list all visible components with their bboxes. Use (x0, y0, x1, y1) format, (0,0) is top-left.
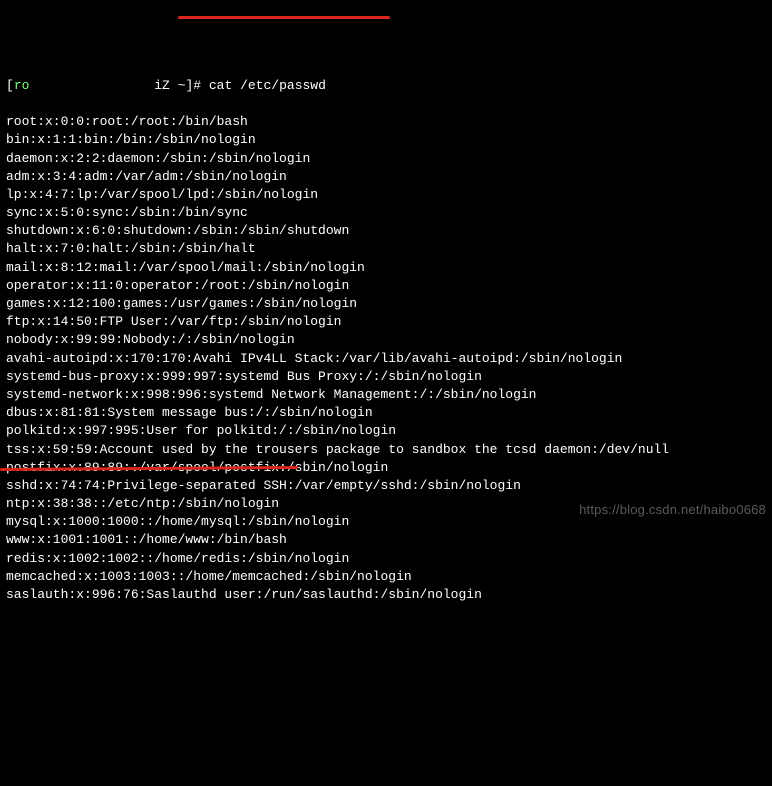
passwd-line: operator:x:11:0:operator:/root:/sbin/nol… (6, 277, 766, 295)
command-text: cat /etc/passwd (209, 78, 326, 93)
passwd-line: memcached:x:1003:1003::/home/memcached:/… (6, 568, 766, 586)
passwd-line: systemd-network:x:998:996:systemd Networ… (6, 386, 766, 404)
passwd-line: tss:x:59:59:Account used by the trousers… (6, 441, 766, 459)
prompt-user: ro (14, 78, 30, 93)
passwd-line: systemd-bus-proxy:x:999:997:systemd Bus … (6, 368, 766, 386)
passwd-line: ftp:x:14:50:FTP User:/var/ftp:/sbin/nolo… (6, 313, 766, 331)
passwd-line: shutdown:x:6:0:shutdown:/sbin:/sbin/shut… (6, 222, 766, 240)
annotation-underline-command (178, 16, 390, 19)
terminal-output: root:x:0:0:root:/root:/bin/bashbin:x:1:1… (6, 113, 766, 604)
watermark-text: https://blog.csdn.net/haibo0668 (579, 501, 766, 519)
passwd-line: www:x:1001:1001::/home/www:/bin/bash (6, 531, 766, 549)
prompt-close: ]# (185, 78, 208, 93)
passwd-line: sshd:x:74:74:Privilege-separated SSH:/va… (6, 477, 766, 495)
shell-prompt-line[interactable]: [roXXXXXXXXXXXXXXXXiZ ~]# cat /etc/passw… (6, 77, 766, 95)
passwd-line: sync:x:5:0:sync:/sbin:/bin/sync (6, 204, 766, 222)
prompt-open-bracket: [ (6, 78, 14, 93)
prompt-hidden-host: XXXXXXXXXXXXXXXX (29, 78, 154, 93)
passwd-line: avahi-autoipd:x:170:170:Avahi IPv4LL Sta… (6, 350, 766, 368)
passwd-line: bin:x:1:1:bin:/bin:/sbin/nologin (6, 131, 766, 149)
passwd-line: adm:x:3:4:adm:/var/adm:/sbin/nologin (6, 168, 766, 186)
passwd-line: polkitd:x:997:995:User for polkitd:/:/sb… (6, 422, 766, 440)
prompt-host-tail: iZ ~ (154, 78, 185, 93)
passwd-line: mail:x:8:12:mail:/var/spool/mail:/sbin/n… (6, 259, 766, 277)
passwd-line: lp:x:4:7:lp:/var/spool/lpd:/sbin/nologin (6, 186, 766, 204)
passwd-line: games:x:12:100:games:/usr/games:/sbin/no… (6, 295, 766, 313)
passwd-line: root:x:0:0:root:/root:/bin/bash (6, 113, 766, 131)
passwd-line: halt:x:7:0:halt:/sbin:/sbin/halt (6, 240, 766, 258)
passwd-line: redis:x:1002:1002::/home/redis:/sbin/nol… (6, 550, 766, 568)
passwd-line: nobody:x:99:99:Nobody:/:/sbin/nologin (6, 331, 766, 349)
passwd-line: daemon:x:2:2:daemon:/sbin:/sbin/nologin (6, 150, 766, 168)
passwd-line: saslauth:x:996:76:Saslauthd user:/run/sa… (6, 586, 766, 604)
passwd-line: dbus:x:81:81:System message bus:/:/sbin/… (6, 404, 766, 422)
